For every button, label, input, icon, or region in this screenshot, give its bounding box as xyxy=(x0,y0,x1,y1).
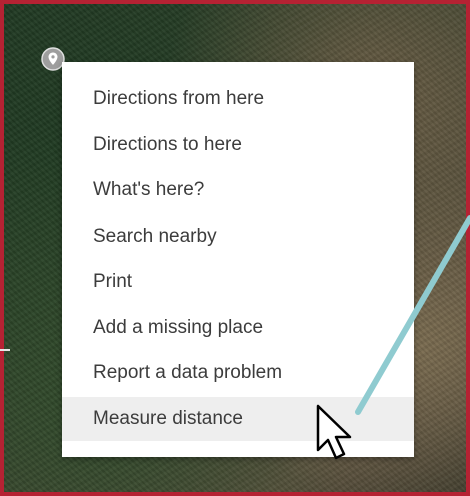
menu-item-whats-here[interactable]: What's here? xyxy=(62,168,414,212)
menu-item-print[interactable]: Print xyxy=(62,260,414,304)
edge-marker xyxy=(0,349,10,351)
context-menu: Directions from here Directions to here … xyxy=(62,62,414,457)
menu-item-search-nearby[interactable]: Search nearby xyxy=(62,215,414,259)
menu-item-directions-from-here[interactable]: Directions from here xyxy=(62,77,414,121)
menu-item-report-data-problem[interactable]: Report a data problem xyxy=(62,351,414,395)
menu-item-add-missing-place[interactable]: Add a missing place xyxy=(62,306,414,350)
menu-item-directions-to-here[interactable]: Directions to here xyxy=(62,123,414,167)
mouse-cursor-icon xyxy=(316,404,352,460)
